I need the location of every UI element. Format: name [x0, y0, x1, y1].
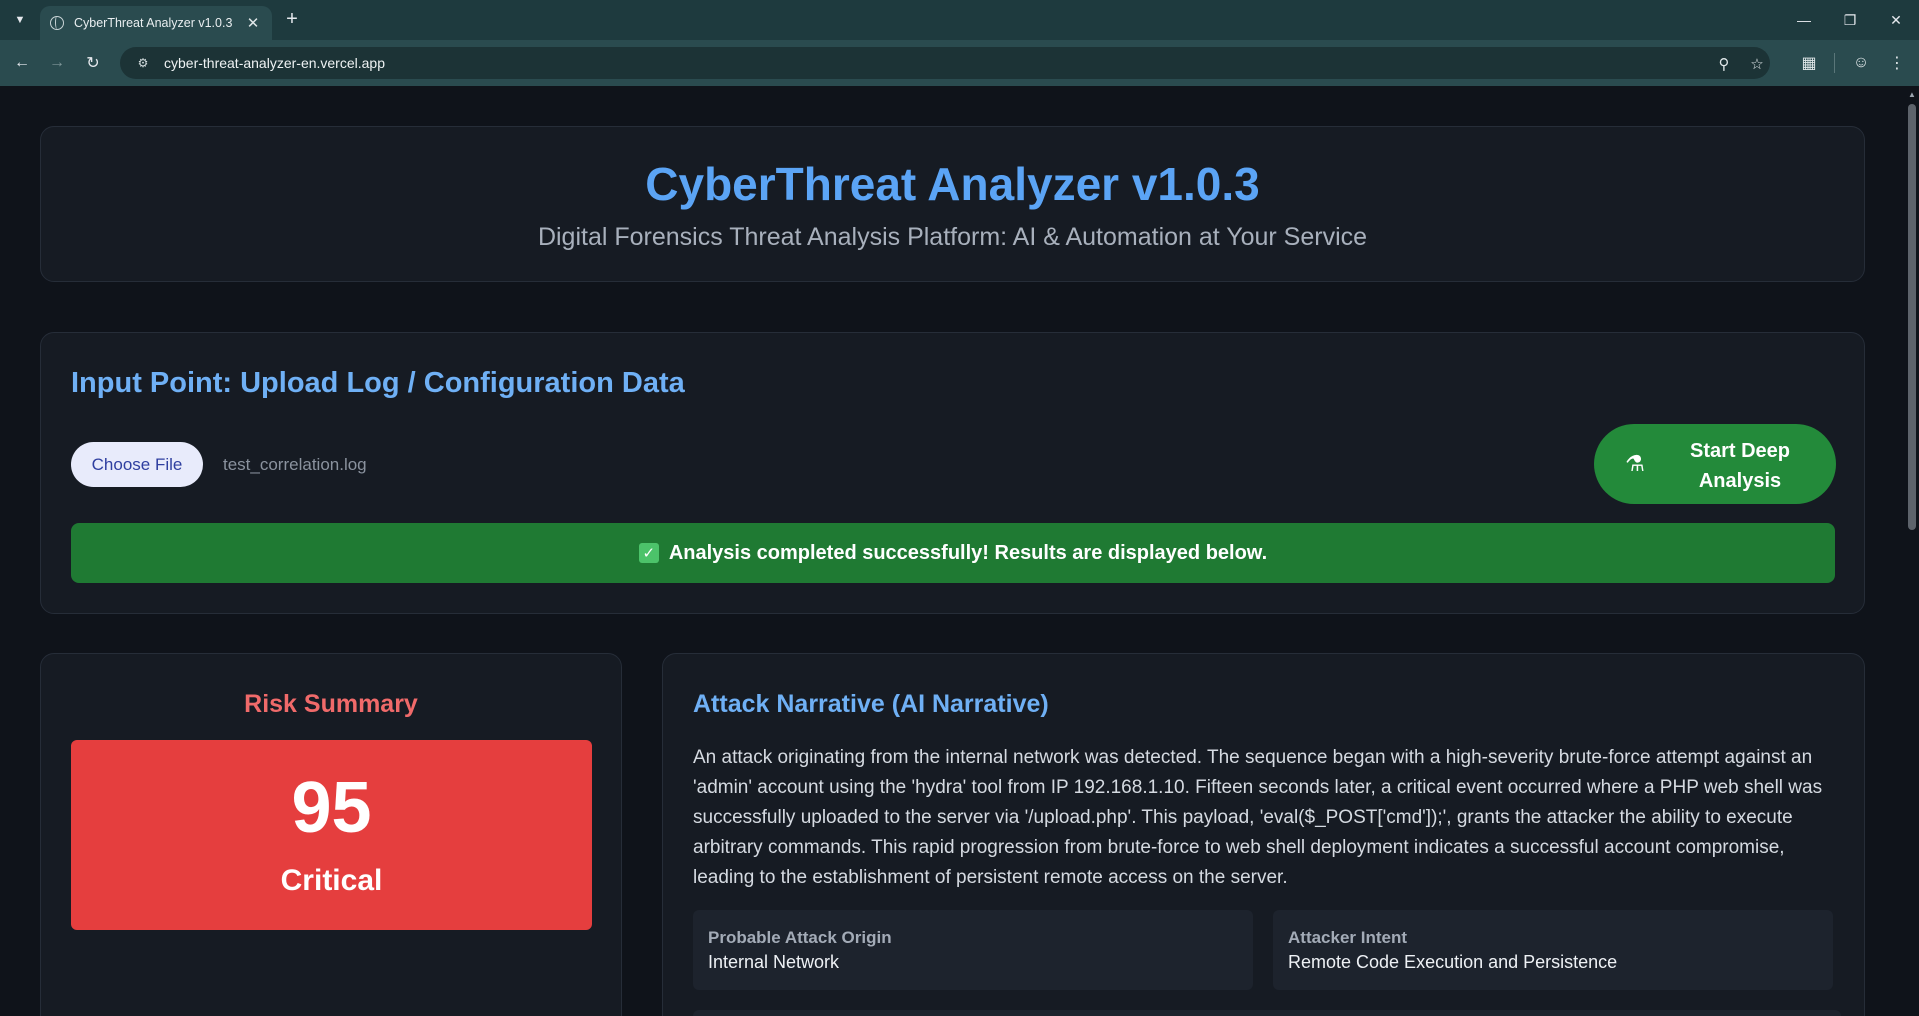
tab-title: CyberThreat Analyzer v1.0.3 [74, 16, 233, 30]
attack-narrative-card: Attack Narrative (AI Narrative) An attac… [662, 653, 1865, 1016]
start-analysis-button[interactable]: ⚗ Start Deep Analysis [1594, 424, 1836, 504]
url-text[interactable]: cyber-threat-analyzer-en.vercel.app [164, 55, 385, 71]
extensions-puzzle-icon[interactable]: ▦ [1797, 51, 1821, 75]
attacker-intent-label: Attacker Intent [1288, 928, 1408, 947]
browser-menu-icon[interactable]: ⋮ [1885, 51, 1909, 75]
risk-score: 95 [291, 768, 372, 848]
header-card: CyberThreat Analyzer v1.0.3 Digital Fore… [40, 126, 1865, 282]
reload-icon[interactable]: ↻ [81, 51, 105, 75]
browser-tab-active[interactable]: CyberThreat Analyzer v1.0.3 ✕ [40, 6, 272, 40]
toolbar-separator [1834, 53, 1835, 73]
choose-file-button[interactable]: Choose File [71, 442, 203, 487]
attack-origin-box: Probable Attack Origin Internal Network [693, 910, 1253, 990]
browser-address-bar: ← → ↻ ⚙ cyber-threat-analyzer-en.vercel.… [0, 40, 1919, 86]
omnibox[interactable]: ⚙ cyber-threat-analyzer-en.vercel.app ⚲ … [120, 47, 1770, 79]
site-info-icon[interactable]: ⚙ [134, 54, 152, 72]
selected-file-name: test_correlation.log [223, 455, 367, 474]
attacker-intent-box: Attacker Intent Remote Code Execution an… [1273, 910, 1833, 990]
risk-summary-card: Risk Summary 95 Critical [40, 653, 622, 1016]
attack-origin-value: Internal Network [708, 952, 840, 972]
tab-search-chevron-icon[interactable]: ▼ [8, 8, 32, 32]
restore-icon[interactable]: ❐ [1827, 6, 1873, 34]
page-title: CyberThreat Analyzer v1.0.3 [645, 158, 1260, 210]
start-analysis-label: Start Deep Analysis [1689, 440, 1791, 492]
minimize-icon[interactable]: — [1781, 6, 1827, 34]
attack-narrative-title: Attack Narrative (AI Narrative) [693, 690, 1049, 718]
tab-close-icon[interactable]: ✕ [244, 14, 262, 32]
risk-summary-title: Risk Summary [244, 690, 418, 718]
bookmark-star-icon[interactable]: ☆ [1747, 54, 1767, 74]
browser-tab-bar: ▼ CyberThreat Analyzer v1.0.3 ✕ + — ❐ ✕ [0, 0, 1919, 40]
back-arrow-icon[interactable]: ← [10, 51, 34, 75]
status-message: Analysis completed successfully! Results… [668, 541, 1268, 564]
scroll-up-arrow-icon[interactable]: ▲ [1908, 90, 1916, 99]
microscope-icon: ⚗ [1625, 451, 1645, 476]
status-success-banner: ✓ Analysis completed successfully! Resul… [71, 523, 1835, 583]
profile-avatar-icon[interactable]: ☺ [1849, 51, 1873, 75]
risk-score-box: 95 Critical [71, 740, 592, 930]
new-tab-plus-icon[interactable]: + [280, 8, 304, 32]
upload-card: Input Point: Upload Log / Configuration … [40, 332, 1865, 614]
zoom-icon[interactable]: ⚲ [1714, 54, 1734, 74]
checkmark-icon: ✓ [638, 543, 659, 563]
window-close-icon[interactable]: ✕ [1873, 6, 1919, 34]
attacker-intent-value: Remote Code Execution and Persistence [1288, 952, 1618, 972]
next-info-box [693, 1010, 1841, 1016]
forward-arrow-icon[interactable]: → [45, 51, 69, 75]
attack-narrative-text: An attack originating from the internal … [693, 747, 1823, 888]
attack-origin-label: Probable Attack Origin [708, 928, 892, 947]
scrollbar-thumb[interactable] [1908, 104, 1916, 530]
upload-section-title: Input Point: Upload Log / Configuration … [71, 367, 685, 399]
page-subtitle: Digital Forensics Threat Analysis Platfo… [537, 223, 1368, 251]
risk-level: Critical [280, 864, 383, 897]
globe-icon [50, 16, 64, 30]
